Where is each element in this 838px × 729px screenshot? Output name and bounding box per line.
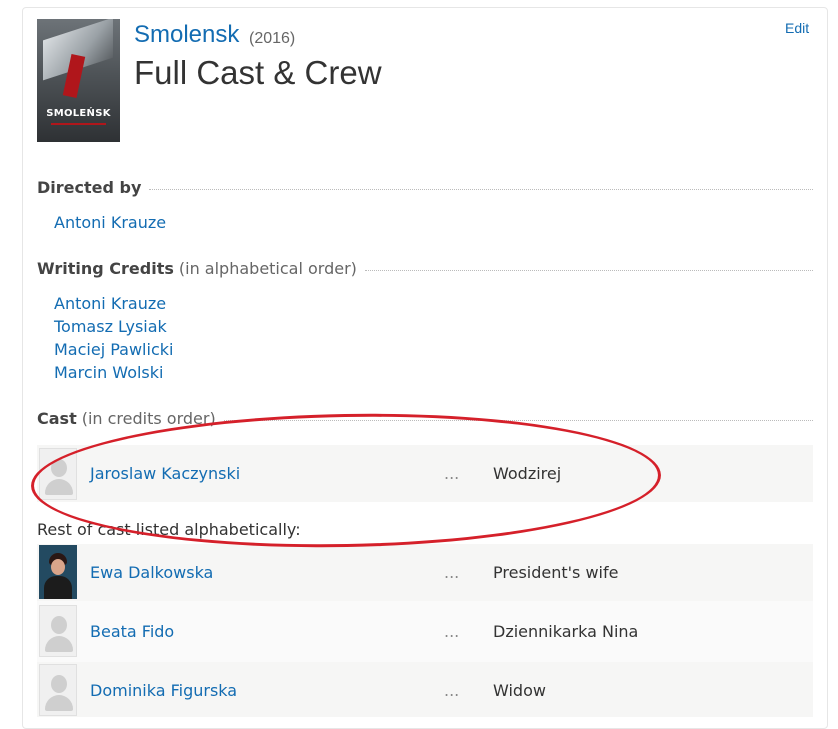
character-name: Widow (493, 681, 546, 700)
actor-link[interactable]: Jaroslaw Kaczynski (90, 464, 240, 483)
page-title: Full Cast & Crew (134, 54, 382, 91)
directed-by-heading: Directed by (37, 178, 813, 197)
writer-link[interactable]: Marcin Wolski (54, 363, 163, 382)
table-row: Ewa Dalkowska ... President's wife (37, 544, 813, 601)
directed-by-label: Directed by (37, 178, 142, 197)
poster-title: SMOLEŃSK (46, 108, 111, 119)
table-row: Jaroslaw Kaczynski ... Wodzirej (37, 445, 813, 502)
ellipsis: ... (444, 681, 460, 700)
writer-link[interactable]: Maciej Pawlicki (54, 340, 173, 359)
character-name: Wodzirej (493, 464, 562, 483)
cast-label: Cast (37, 409, 77, 428)
avatar-placeholder-icon[interactable] (39, 605, 77, 657)
table-row: Beata Fido ... Dziennikarka Nina (37, 601, 813, 662)
actor-link[interactable]: Ewa Dalkowska (90, 563, 213, 582)
ellipsis: ... (444, 622, 460, 641)
writing-credits-note: (in alphabetical order) (178, 259, 357, 278)
character-name: President's wife (493, 563, 619, 582)
movie-year: (2016) (249, 30, 296, 47)
movie-poster[interactable]: SMOLEŃSK (37, 19, 120, 142)
ellipsis: ... (444, 563, 460, 582)
avatar-placeholder-icon[interactable] (39, 664, 77, 716)
cast-note: (in credits order) (81, 409, 216, 428)
poster-accent-line (51, 123, 106, 125)
section-divider (364, 270, 813, 271)
edit-link[interactable]: Edit (785, 20, 809, 36)
actor-photo[interactable] (39, 545, 77, 599)
section-divider (149, 189, 813, 190)
avatar-placeholder-icon[interactable] (39, 448, 77, 500)
section-divider (223, 420, 813, 421)
character-name: Dziennikarka Nina (493, 622, 639, 641)
movie-title-link[interactable]: Smolensk (134, 21, 239, 49)
writer-link[interactable]: Antoni Krauze (54, 294, 166, 313)
writing-credits-label: Writing Credits (37, 259, 174, 278)
cast-heading: Cast (in credits order) (37, 409, 813, 428)
ellipsis: ... (444, 464, 460, 483)
table-row: Dominika Figurska ... Widow (37, 662, 813, 717)
actor-link[interactable]: Dominika Figurska (90, 681, 237, 700)
actor-link[interactable]: Beata Fido (90, 622, 174, 641)
rest-of-cast-label: Rest of cast listed alphabetically: (37, 520, 301, 539)
director-link[interactable]: Antoni Krauze (54, 213, 166, 232)
writer-link[interactable]: Tomasz Lysiak (54, 317, 167, 336)
writing-credits-heading: Writing Credits (in alphabetical order) (37, 259, 813, 278)
